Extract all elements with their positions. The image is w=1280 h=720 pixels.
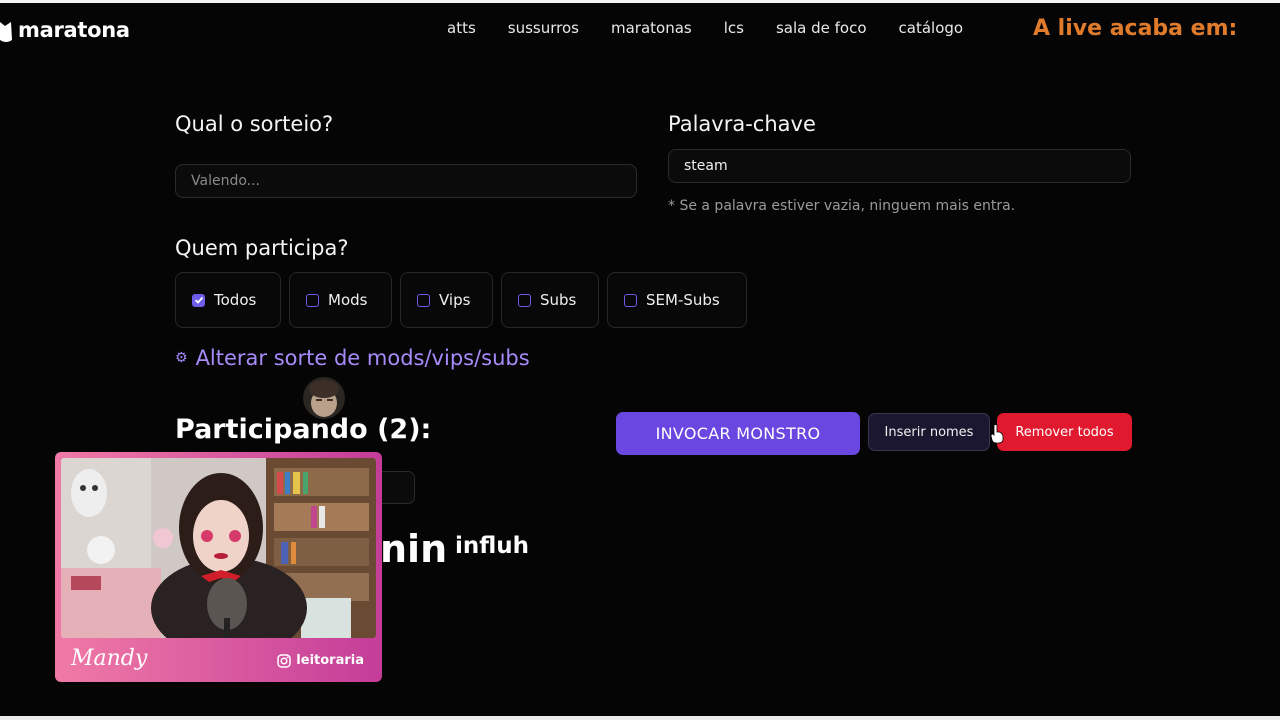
nav-link-sussurros[interactable]: sussurros bbox=[508, 19, 579, 37]
keyword-input-value: steam bbox=[684, 158, 728, 174]
subs-checkbox[interactable] bbox=[518, 293, 531, 307]
remove-all-button[interactable]: Remover todos bbox=[997, 413, 1132, 451]
filter-vips[interactable]: Vips bbox=[400, 272, 493, 328]
filter-sem-subs[interactable]: SEM-Subs bbox=[607, 272, 747, 328]
raffle-label: Qual o sorteio? bbox=[175, 112, 334, 136]
filter-mods[interactable]: Mods bbox=[289, 272, 392, 328]
hand-cursor-icon bbox=[990, 424, 1004, 444]
webcam-video bbox=[61, 458, 376, 638]
participant-filter-group: Todos Mods Vips Subs SEM-Subs bbox=[175, 272, 747, 328]
invoke-monster-button[interactable]: INVOCAR MONSTRO bbox=[616, 412, 860, 455]
instagram-handle-text: leitoraria bbox=[296, 653, 364, 668]
nav-link-lcs[interactable]: lcs bbox=[724, 19, 744, 37]
window-bottom-edge bbox=[0, 716, 1280, 720]
raffle-input[interactable]: Valendo... bbox=[175, 164, 637, 198]
nav-link-sala-de-foco[interactable]: sala de foco bbox=[776, 19, 867, 37]
check-icon bbox=[194, 296, 203, 304]
instagram-handle: leitoraria bbox=[277, 653, 364, 668]
insert-names-button[interactable]: Inserir nomes bbox=[868, 413, 990, 451]
change-luck-label: Alterar sorte de mods/vips/subs bbox=[195, 346, 530, 370]
instagram-icon bbox=[277, 653, 292, 668]
filter-mods-label: Mods bbox=[328, 291, 368, 309]
filter-vips-label: Vips bbox=[439, 291, 471, 309]
sem-subs-checkbox[interactable] bbox=[624, 293, 637, 307]
vips-checkbox[interactable] bbox=[417, 293, 430, 307]
keyword-input[interactable]: steam bbox=[668, 149, 1131, 183]
cat-logo-icon bbox=[0, 22, 12, 42]
nav-link-maratonas[interactable]: maratonas bbox=[611, 19, 692, 37]
raffle-input-placeholder: Valendo... bbox=[191, 173, 261, 189]
filter-subs-label: Subs bbox=[540, 291, 577, 309]
filter-todos-label: Todos bbox=[214, 291, 257, 309]
keyword-label: Palavra-chave bbox=[668, 112, 816, 136]
filter-todos[interactable]: Todos bbox=[175, 272, 281, 328]
participants-title: Participando (2): bbox=[175, 414, 432, 445]
mods-checkbox[interactable] bbox=[306, 293, 319, 307]
nav-link-catalogo[interactable]: catálogo bbox=[899, 19, 964, 37]
floating-emote-avatar bbox=[303, 377, 345, 419]
main-nav: atts sussurros maratonas lcs sala de foc… bbox=[447, 19, 963, 37]
webcam-overlay: Mandy leitoraria bbox=[55, 452, 382, 682]
nav-link-atts[interactable]: atts bbox=[447, 19, 476, 37]
todos-checkbox[interactable] bbox=[192, 293, 205, 307]
live-countdown-label: A live acaba em: bbox=[1033, 16, 1238, 41]
participant-name: influh bbox=[455, 533, 530, 559]
window-top-edge bbox=[0, 0, 1280, 3]
streamer-signature: Mandy bbox=[71, 646, 148, 671]
gear-icon: ⚙ bbox=[175, 350, 188, 366]
logo-text: maratona bbox=[18, 18, 130, 42]
filter-sem-subs-label: SEM-Subs bbox=[646, 291, 720, 309]
site-logo[interactable]: maratona bbox=[0, 14, 130, 46]
keyword-hint: * Se a palavra estiver vazia, ninguem ma… bbox=[668, 198, 1016, 214]
change-luck-link[interactable]: ⚙ Alterar sorte de mods/vips/subs bbox=[175, 346, 530, 370]
who-participates-label: Quem participa? bbox=[175, 236, 349, 260]
filter-subs[interactable]: Subs bbox=[501, 272, 599, 328]
